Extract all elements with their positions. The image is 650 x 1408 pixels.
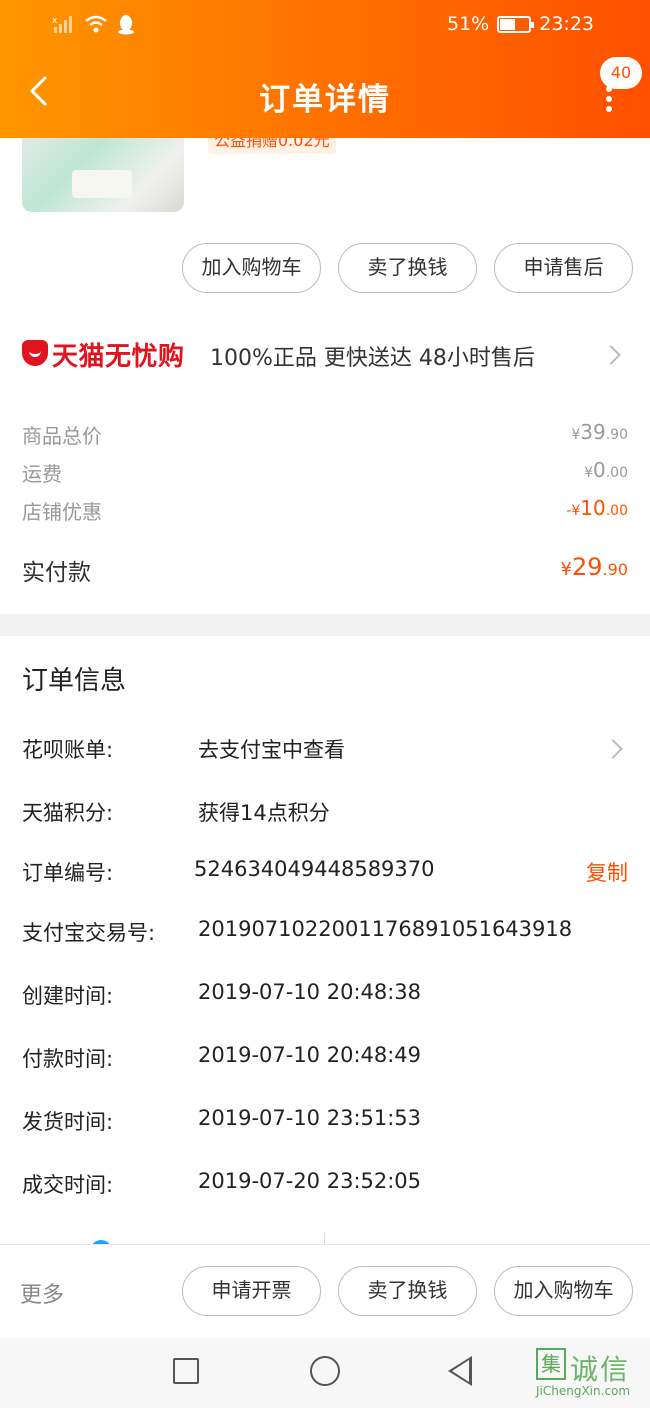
add-to-cart-button[interactable]: 加入购物车 bbox=[182, 243, 321, 293]
signal-icon: x bbox=[52, 14, 76, 34]
battery-icon bbox=[497, 16, 531, 33]
price-total-row: 商品总价 ¥39.90 bbox=[22, 420, 628, 450]
watermark-url: JiChengXin.com bbox=[536, 1384, 630, 1398]
discount-value: -¥10.00 bbox=[566, 496, 628, 520]
price-decimal: .00 bbox=[606, 465, 628, 481]
info-label: 天猫积分: bbox=[22, 797, 113, 827]
currency-symbol: ¥ bbox=[561, 559, 572, 580]
wifi-icon bbox=[84, 14, 108, 34]
info-label: 创建时间: bbox=[22, 980, 113, 1010]
created-time-row: 创建时间: 2019-07-10 20:48:38 bbox=[22, 980, 628, 1012]
tmall-logo-icon bbox=[22, 340, 48, 366]
invoice-button[interactable]: 申请开票 bbox=[182, 1266, 321, 1316]
price-total-label: 商品总价 bbox=[22, 420, 102, 449]
recent-apps-icon[interactable] bbox=[173, 1358, 199, 1384]
tmall-features: 100%正品 更快送达 48小时售后 bbox=[210, 340, 535, 372]
info-value: 2019-07-20 23:52:05 bbox=[198, 1169, 421, 1193]
message-badge[interactable]: 40 bbox=[600, 57, 642, 89]
watermark-box: 集 bbox=[536, 1348, 566, 1380]
info-value: 2019-07-10 23:51:53 bbox=[198, 1106, 421, 1130]
price-decimal: .90 bbox=[606, 427, 628, 443]
info-value: 去支付宝中查看 bbox=[198, 734, 345, 764]
info-label: 花呗账单: bbox=[22, 734, 113, 764]
paid-time-row: 付款时间: 2019-07-10 20:48:49 bbox=[22, 1043, 628, 1075]
watermark: 集 诚信 JiChengXin.com bbox=[536, 1348, 648, 1406]
huabei-row[interactable]: 花呗账单: 去支付宝中查看 bbox=[22, 734, 628, 766]
info-label: 发货时间: bbox=[22, 1106, 113, 1136]
resell-button[interactable]: 卖了换钱 bbox=[338, 243, 477, 293]
info-label: 成交时间: bbox=[22, 1169, 113, 1199]
svg-text:x: x bbox=[52, 16, 58, 26]
price-decimal: .00 bbox=[606, 503, 628, 519]
info-value: 2019071022001176891051643918 bbox=[198, 917, 572, 941]
header: x 51% 23:23 订单详情 40 bbox=[0, 0, 650, 138]
info-label: 付款时间: bbox=[22, 1043, 113, 1073]
deal-time-row: 成交时间: 2019-07-20 23:52:05 bbox=[22, 1169, 628, 1201]
dot-icon bbox=[606, 96, 612, 102]
discount-label: 店铺优惠 bbox=[22, 496, 102, 525]
paid-label: 实付款 bbox=[22, 553, 91, 587]
tmall-brand: 天猫无忧购 bbox=[52, 336, 185, 373]
info-value: 2019-07-10 20:48:49 bbox=[198, 1043, 421, 1067]
discount-row: 店铺优惠 -¥10.00 bbox=[22, 496, 628, 526]
resell-button[interactable]: 卖了换钱 bbox=[338, 1266, 477, 1316]
alipay-trade-row: 支付宝交易号: 2019071022001176891051643918 bbox=[22, 917, 628, 949]
status-bar: x 51% 23:23 bbox=[0, 0, 650, 52]
dot-icon bbox=[606, 106, 612, 112]
currency-symbol: ¥ bbox=[584, 465, 593, 481]
back-triangle-icon[interactable] bbox=[448, 1356, 472, 1386]
shipped-time-row: 发货时间: 2019-07-10 23:51:53 bbox=[22, 1106, 628, 1138]
price-integer: 10 bbox=[580, 496, 605, 520]
nav-bar: 订单详情 40 bbox=[0, 52, 650, 138]
chevron-right-icon bbox=[603, 739, 623, 759]
shipping-row: 运费 ¥0.00 bbox=[22, 458, 628, 488]
clock: 23:23 bbox=[539, 13, 594, 35]
shipping-value: ¥0.00 bbox=[584, 458, 628, 482]
info-label: 支付宝交易号: bbox=[22, 917, 155, 947]
status-icons: x bbox=[52, 13, 136, 35]
chevron-right-icon bbox=[601, 345, 621, 365]
order-info-title: 订单信息 bbox=[22, 660, 126, 697]
paid-row: 实付款 ¥29.90 bbox=[22, 553, 628, 589]
system-nav-bar: 集 诚信 JiChengXin.com bbox=[0, 1338, 650, 1408]
price-integer: 0 bbox=[593, 458, 606, 482]
price-total-value: ¥39.90 bbox=[571, 420, 628, 444]
currency-symbol: -¥ bbox=[566, 503, 580, 519]
info-value: 获得14点积分 bbox=[198, 797, 330, 827]
add-to-cart-button[interactable]: 加入购物车 bbox=[494, 1266, 633, 1316]
order-number-row: 订单编号: 524634049448589370 复制 bbox=[22, 857, 628, 889]
section-divider bbox=[0, 614, 650, 636]
more-button[interactable]: 更多 bbox=[20, 1277, 64, 1309]
copy-button[interactable]: 复制 bbox=[586, 857, 628, 887]
points-row: 天猫积分: 获得14点积分 bbox=[22, 797, 628, 829]
price-integer: 29 bbox=[572, 553, 603, 581]
home-icon[interactable] bbox=[310, 1356, 340, 1386]
status-right: 51% 23:23 bbox=[447, 13, 594, 35]
qq-icon bbox=[116, 13, 136, 35]
after-sale-button[interactable]: 申请售后 bbox=[494, 243, 633, 293]
paid-value: ¥29.90 bbox=[561, 553, 628, 581]
info-value: 2019-07-10 20:48:38 bbox=[198, 980, 421, 1004]
currency-symbol: ¥ bbox=[571, 427, 580, 443]
page-title: 订单详情 bbox=[0, 74, 650, 119]
battery-level bbox=[500, 19, 514, 30]
shipping-label: 运费 bbox=[22, 458, 62, 487]
more-menu-button[interactable] bbox=[604, 86, 614, 116]
battery-percent: 51% bbox=[447, 13, 489, 35]
bottom-toolbar: 更多 申请开票 卖了换钱 加入购物车 bbox=[0, 1244, 650, 1338]
info-label: 订单编号: bbox=[22, 857, 113, 887]
watermark-text: 诚信 bbox=[570, 1348, 630, 1388]
order-number-value: 524634049448589370 bbox=[194, 857, 435, 881]
tmall-guarantee-banner[interactable]: 天猫无忧购 100%正品 更快送达 48小时售后 bbox=[0, 318, 650, 392]
price-decimal: .90 bbox=[603, 560, 628, 579]
price-integer: 39 bbox=[580, 420, 605, 444]
